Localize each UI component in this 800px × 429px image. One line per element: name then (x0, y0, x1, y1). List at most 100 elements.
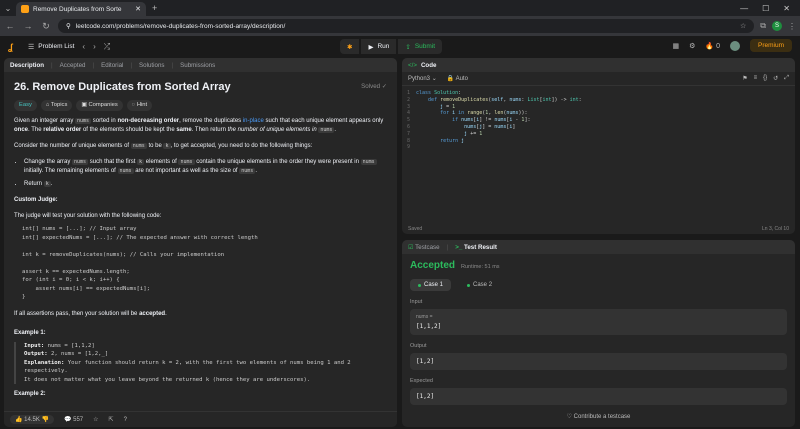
code-panel: </> Code Python3 ⌄ 🔒 Auto ⚑ ≡ {} ↺ ⤢ 123… (402, 58, 795, 234)
expected-label: Expected (410, 378, 433, 384)
code-panel-title: Code (420, 61, 437, 69)
tab-accepted[interactable]: Accepted (60, 62, 86, 69)
address-bar[interactable]: ⚲ leetcode.com/problems/remove-duplicate… (58, 19, 755, 33)
forward-icon[interactable]: → (22, 21, 34, 31)
output-box: [1,2] (410, 353, 787, 370)
tab-search-icon[interactable]: ⌄ (0, 0, 16, 16)
site-info-icon[interactable]: ⚲ (66, 22, 71, 30)
pass-dot-icon (418, 283, 421, 287)
browser-menu-icon[interactable]: ⋮ (788, 22, 796, 31)
tab-editorial[interactable]: Editorial (101, 62, 123, 69)
contribute-label: Contribute a testcase (573, 414, 631, 420)
code-editor[interactable]: 123456789 class Solution: def removeDupl… (402, 86, 795, 155)
leetcode-header: ʆ ☰ Problem List ‹ › ⤮ ✱ ▶ Run ⇪ Submit … (0, 36, 800, 57)
code-source[interactable]: class Solution: def removeDuplicates(sel… (416, 90, 582, 151)
case-2-tab[interactable]: Case 2 (459, 279, 500, 291)
leetcode-logo-icon[interactable]: ʆ (8, 42, 18, 52)
test-result-label: Test Result (464, 243, 497, 251)
output-label: Output (410, 343, 427, 349)
minimize-icon[interactable]: — (740, 4, 748, 13)
bookmark-icon[interactable]: ⚑ (742, 75, 747, 82)
run-button[interactable]: ▶ Run (361, 39, 397, 54)
lock-icon: 🔒 (446, 76, 455, 82)
custom-judge-heading: Custom Judge: (14, 197, 58, 203)
url-text: leetcode.com/problems/remove-duplicates-… (75, 22, 286, 30)
topics-label: Topics (50, 102, 68, 108)
like-count: 14.5K (24, 417, 40, 423)
layout-icon[interactable]: ▦ (673, 42, 680, 50)
help-icon[interactable]: ? (124, 417, 127, 423)
companies-tag[interactable]: ▣ Companies (76, 100, 123, 111)
problem-list-button[interactable]: ☰ Problem List (28, 43, 74, 51)
back-icon[interactable]: ← (4, 21, 16, 31)
favorite-star-icon[interactable]: ☆ (93, 416, 98, 423)
topics-tag[interactable]: ⌂ Topics (40, 100, 73, 111)
language-label: Python3 (408, 76, 431, 82)
auto-label: Auto (455, 76, 468, 82)
list-item: Change the array nums such that the firs… (24, 158, 387, 176)
close-tab-icon[interactable]: ✕ (135, 5, 141, 13)
tab-solutions[interactable]: Solutions (139, 62, 164, 69)
new-tab-icon[interactable]: + (152, 3, 157, 13)
auto-toggle[interactable]: 🔒 Auto (447, 75, 468, 82)
example-1-box: Input: nums = [1,1,2] Output: 2, nums = … (14, 341, 387, 384)
extensions-icon[interactable]: ⧉ (760, 21, 766, 31)
tab-submissions[interactable]: Submissions (180, 62, 215, 69)
assertion-text: If all assertions pass, then your soluti… (14, 310, 167, 317)
braces-icon[interactable]: {} (763, 75, 767, 82)
problem-description: 26. Remove Duplicates from Sorted Array … (4, 72, 397, 407)
problem-paragraph-1: Given an integer array nums sorted in no… (14, 118, 384, 133)
profile-avatar[interactable]: S (772, 21, 782, 31)
settings-icon[interactable]: ⚙ (689, 42, 695, 50)
code-toolbar: Python3 ⌄ 🔒 Auto ⚑ ≡ {} ↺ ⤢ (402, 72, 795, 86)
format-icon[interactable]: ≡ (754, 75, 758, 82)
hint-label: Hint (136, 102, 148, 108)
bookmark-star-icon[interactable]: ☆ (740, 22, 746, 30)
line-numbers: 123456789 (406, 90, 410, 151)
tag-row: Easy ⌂ Topics ▣ Companies ◌ Hint (14, 100, 387, 111)
close-window-icon[interactable]: ✕ (783, 4, 790, 13)
expected-box: [1,2] (410, 388, 787, 405)
input-var: nums = (416, 314, 433, 320)
saved-status: Saved (408, 226, 423, 232)
streak-count: 0 (716, 42, 720, 50)
result-content: Accepted Runtime: 51 ms Case 1 Case 2 In… (402, 254, 795, 426)
shuffle-icon[interactable]: ⤮ (104, 42, 110, 52)
debug-button[interactable]: ✱ (340, 39, 360, 54)
prev-problem-icon[interactable]: ‹ (82, 42, 85, 51)
bug-icon: ✱ (347, 43, 353, 51)
language-select[interactable]: Python3 ⌄ (408, 75, 437, 82)
next-problem-icon[interactable]: › (93, 42, 96, 51)
play-icon: ▶ (368, 43, 374, 51)
comments-button[interactable]: 💬 557 (64, 416, 83, 423)
example-2-heading: Example 2: (14, 391, 46, 397)
run-label: Run (377, 43, 390, 50)
tab-description[interactable]: Description (10, 62, 44, 69)
case-1-tab[interactable]: Case 1 (410, 279, 452, 291)
comment-count: 557 (73, 417, 84, 423)
tab-testcase[interactable]: ☑ Testcase (408, 244, 440, 251)
submit-button[interactable]: ⇪ Submit (398, 39, 443, 54)
problem-list-label: Problem List (38, 43, 75, 50)
contribute-testcase-link[interactable]: ♡ Contribute a testcase (410, 413, 787, 420)
dislike-icon[interactable]: 👎 (42, 417, 49, 423)
submit-label: Submit (414, 43, 436, 50)
browser-tab-bar: ⌄ Remove Duplicates from Sorte ✕ + — ☐ ✕ (0, 0, 800, 16)
maximize-icon[interactable]: ☐ (762, 4, 769, 13)
tab-test-result[interactable]: >_ Test Result (455, 244, 497, 251)
result-panel: ☑ Testcase | >_ Test Result Accepted Run… (402, 240, 795, 427)
reload-icon[interactable]: ↻ (40, 21, 52, 32)
problem-title: 26. Remove Duplicates from Sorted Array (14, 81, 231, 93)
fullscreen-icon[interactable]: ⤢ (784, 75, 789, 82)
hint-tag[interactable]: ◌ Hint (126, 100, 153, 111)
share-icon[interactable]: ⇱ (109, 416, 114, 423)
list-icon: ☰ (28, 43, 35, 51)
browser-tab[interactable]: Remove Duplicates from Sorte ✕ (16, 2, 146, 16)
user-avatar[interactable] (729, 40, 740, 51)
streak-counter[interactable]: 🔥 0 (705, 42, 720, 50)
heart-icon: ♡ (566, 414, 572, 420)
like-button[interactable]: 👍 14.5K 👎 (10, 415, 54, 424)
reset-icon[interactable]: ↺ (773, 75, 778, 82)
companies-label: Companies (88, 102, 118, 108)
premium-button[interactable]: Premium (749, 39, 792, 52)
